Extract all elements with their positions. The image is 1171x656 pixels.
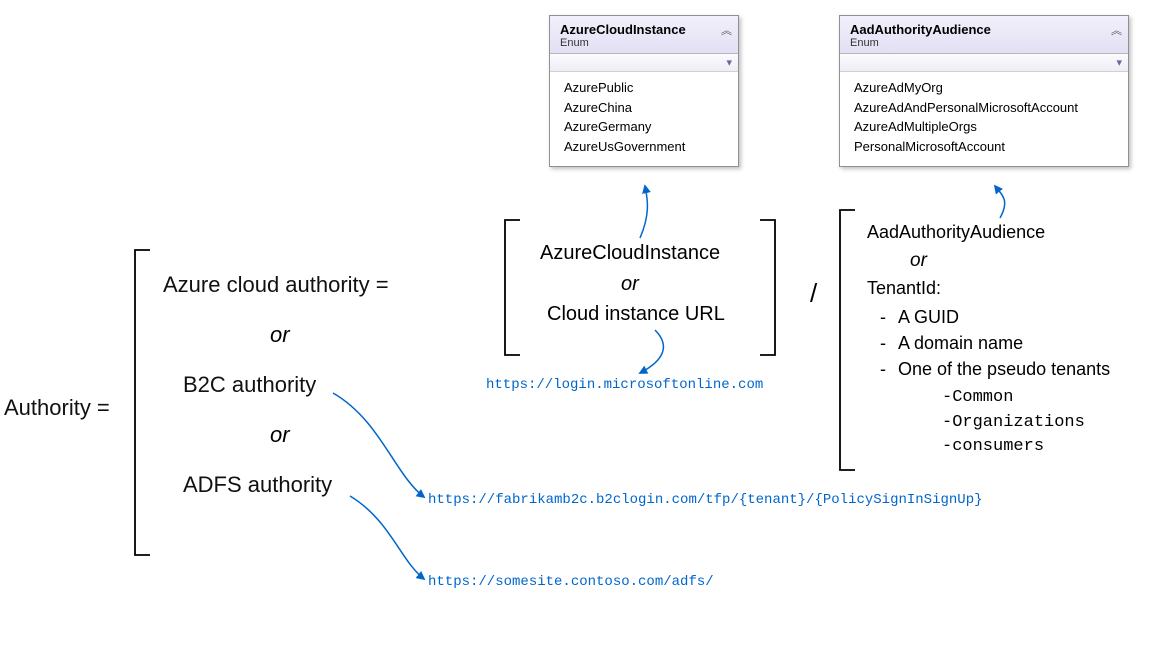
filter-icon: ▾ <box>726 56 732 69</box>
list-item: -A GUID <box>880 304 1110 330</box>
filter-icon: ▾ <box>1116 56 1122 69</box>
list-item: -consumers <box>942 435 1085 460</box>
chevron-up-icon: ︽ <box>721 22 732 38</box>
azure-cloud-authority-equals: Azure cloud authority = <box>163 272 389 298</box>
list-text: One of the pseudo tenants <box>898 359 1110 379</box>
or-label: or <box>270 422 290 448</box>
arrow-adfs <box>350 496 424 579</box>
enum-body: AzureAdMyOrg AzureAdAndPersonalMicrosoft… <box>840 72 1128 166</box>
enum-filter-bar: ▾ <box>550 54 738 72</box>
bracket-right-middle <box>760 220 775 355</box>
adfs-url: https://somesite.contoso.com/adfs/ <box>428 574 714 590</box>
enum-item: AzureAdAndPersonalMicrosoftAccount <box>854 98 1118 118</box>
enum-item: AzureUsGovernment <box>564 137 728 157</box>
enum-header: AadAuthorityAudience Enum ︽ <box>840 16 1128 54</box>
b2c-authority: B2C authority <box>183 372 316 398</box>
slash: / <box>810 278 817 309</box>
aadauthorityaudience-label: AadAuthorityAudience <box>867 222 1045 243</box>
authority-equals: Authority = <box>4 395 110 421</box>
or-label: or <box>910 250 927 272</box>
list-item: -One of the pseudo tenants <box>880 356 1110 382</box>
enum-filter-bar: ▾ <box>840 54 1128 72</box>
arrow-b2c <box>333 393 424 497</box>
enum-title: AadAuthorityAudience <box>850 22 1120 37</box>
enum-item: AzurePublic <box>564 78 728 98</box>
list-text: A domain name <box>898 333 1023 353</box>
cloud-instance-url-label: Cloud instance URL <box>547 303 725 326</box>
enum-title: AzureCloudInstance <box>560 22 730 37</box>
enum-item: AzureAdMultipleOrgs <box>854 117 1118 137</box>
enum-item: PersonalMicrosoftAccount <box>854 137 1118 157</box>
list-text: Common <box>952 388 1013 407</box>
enum-azurecloudinstance: AzureCloudInstance Enum ︽ ▾ AzurePublic … <box>549 15 739 167</box>
arrow-cloud-url <box>640 330 663 373</box>
list-text: consumers <box>952 437 1044 456</box>
arrow-azurecloudinstance <box>640 186 647 238</box>
enum-subtitle: Enum <box>850 37 1120 49</box>
list-text: A GUID <box>898 307 959 327</box>
list-item: -A domain name <box>880 330 1110 356</box>
bracket-left-middle <box>505 220 520 355</box>
adfs-authority: ADFS authority <box>183 472 332 498</box>
enum-body: AzurePublic AzureChina AzureGermany Azur… <box>550 72 738 166</box>
list-item: -Common <box>942 386 1085 411</box>
b2c-url: https://fabrikamb2c.b2clogin.com/tfp/{te… <box>428 492 983 508</box>
azurecloudinstance-label: AzureCloudInstance <box>540 242 720 265</box>
or-label: or <box>621 273 639 296</box>
tenant-list: -A GUID -A domain name -One of the pseud… <box>880 304 1110 382</box>
login-url: https://login.microsoftonline.com <box>486 377 763 393</box>
pseudo-tenant-list: -Common -Organizations -consumers <box>942 386 1085 460</box>
enum-item: AzureAdMyOrg <box>854 78 1118 98</box>
list-item: -Organizations <box>942 411 1085 436</box>
list-text: Organizations <box>952 413 1085 432</box>
enum-item: AzureChina <box>564 98 728 118</box>
bracket-left-right <box>840 210 855 470</box>
or-label: or <box>270 322 290 348</box>
enum-item: AzureGermany <box>564 117 728 137</box>
bracket-left-main <box>135 250 150 555</box>
enum-aadauthorityaudience: AadAuthorityAudience Enum ︽ ▾ AzureAdMyO… <box>839 15 1129 167</box>
tenantid-label: TenantId: <box>867 278 941 299</box>
arrow-aadauthorityaudience <box>995 186 1005 218</box>
enum-subtitle: Enum <box>560 37 730 49</box>
enum-header: AzureCloudInstance Enum ︽ <box>550 16 738 54</box>
chevron-up-icon: ︽ <box>1111 22 1122 38</box>
